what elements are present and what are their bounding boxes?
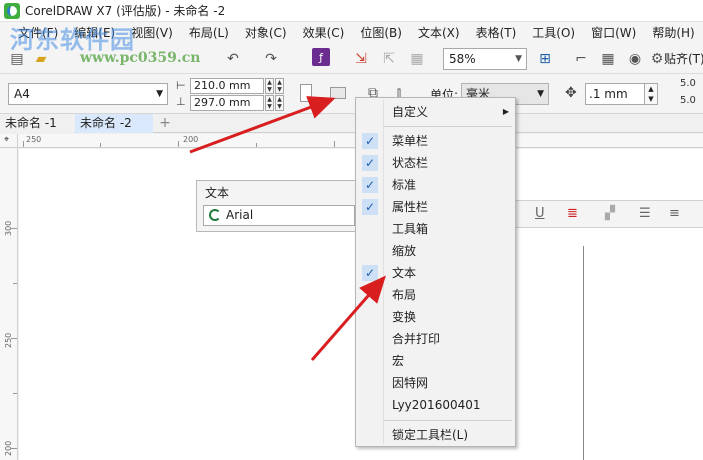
- menu-item-custom-toolbar[interactable]: Lyy201600401: [356, 394, 515, 416]
- tab-untitled-2[interactable]: 未命名 -2: [75, 114, 153, 133]
- menu-bitmaps[interactable]: 位图(B): [352, 22, 410, 44]
- width-icon: ⊢: [176, 79, 186, 92]
- menu-item-merge-print[interactable]: 合并打印: [356, 328, 515, 350]
- text-toolbar-floating[interactable]: 文本 Arial: [196, 180, 358, 232]
- menu-help[interactable]: 帮助(H): [644, 22, 702, 44]
- show-rulers-icon[interactable]: ⌐: [570, 48, 592, 70]
- height-spinner-lock[interactable]: ▲ ▼: [275, 95, 284, 111]
- chevron-down-icon: ▼: [537, 89, 544, 99]
- coreldraw-logo-icon: [4, 2, 20, 19]
- menu-item-layout[interactable]: 布局: [356, 284, 515, 306]
- tab-untitled-1[interactable]: 未命名 -1: [0, 114, 74, 133]
- bullet-list-icon[interactable]: ☰: [639, 206, 651, 221]
- page-size-select[interactable]: A4 ▼: [8, 83, 168, 105]
- menu-item-internet[interactable]: 因特网: [356, 372, 515, 394]
- redo-icon[interactable]: ↷: [260, 48, 282, 70]
- menu-item-menubar[interactable]: ✓ 菜单栏: [356, 130, 515, 152]
- title-bar: CorelDRAW X7 (评估版) - 未命名 -2: [0, 0, 703, 22]
- nudge-icon: ✥: [565, 85, 577, 101]
- ruler-label: 200: [183, 135, 199, 144]
- corel-connect-icon[interactable]: ƒ: [312, 48, 330, 66]
- full-screen-preview-icon[interactable]: ⊞: [534, 48, 556, 70]
- nudge-spinner[interactable]: ▲ ▼: [644, 83, 658, 105]
- ruler-label: 250: [4, 332, 13, 348]
- chevron-down-icon: ▼: [156, 89, 163, 99]
- undo-icon[interactable]: ↶: [222, 48, 244, 70]
- check-icon: ✓: [362, 265, 378, 281]
- width-spinner-lock[interactable]: ▲ ▼: [275, 78, 284, 94]
- check-icon: ✓: [362, 177, 378, 193]
- duplicate-x-field[interactable]: 5.0: [680, 78, 696, 89]
- ruler-origin[interactable]: ⌖: [0, 134, 18, 148]
- menu-object[interactable]: 对象(C): [237, 22, 295, 44]
- menu-text[interactable]: 文本(X): [410, 22, 468, 44]
- page-border: [583, 246, 584, 460]
- menu-window[interactable]: 窗口(W): [583, 22, 644, 44]
- paragraph-format-icon[interactable]: ≡: [669, 206, 680, 221]
- landscape-orientation-icon[interactable]: [330, 87, 346, 99]
- vertical-ruler[interactable]: 300 250 200: [0, 148, 18, 460]
- menu-item-zoom[interactable]: 缩放: [356, 240, 515, 262]
- opentype-font-icon: [209, 209, 221, 221]
- drop-cap-icon[interactable]: ▞: [605, 206, 615, 221]
- check-icon: ✓: [362, 199, 378, 215]
- menu-item-customize[interactable]: 自定义 ▶: [356, 101, 515, 123]
- menu-item-standard[interactable]: ✓ 标准: [356, 174, 515, 196]
- page-height-field[interactable]: 297.0 mm: [190, 95, 264, 111]
- menu-item-macros[interactable]: 宏: [356, 350, 515, 372]
- nudge-distance-field[interactable]: .1 mm: [585, 83, 645, 105]
- width-spinner[interactable]: ▲ ▼: [265, 78, 274, 94]
- zoom-level-select[interactable]: 58% ▼: [443, 48, 527, 70]
- ruler-origin-icon: ⌖: [4, 135, 10, 145]
- view-eye-icon[interactable]: ◉: [624, 48, 646, 70]
- menu-item-transform[interactable]: 变换: [356, 306, 515, 328]
- watermark-url: www.pc0359.cn: [80, 50, 201, 66]
- duplicate-y-field[interactable]: 5.0: [680, 95, 696, 106]
- portrait-orientation-icon[interactable]: [300, 84, 312, 102]
- snap-to-button[interactable]: 贴齐(T): [664, 50, 703, 67]
- chevron-down-icon: ▼: [515, 54, 522, 64]
- font-list-select[interactable]: Arial: [203, 205, 355, 226]
- text-toolbar-title: 文本: [205, 186, 230, 200]
- menu-item-property-bar[interactable]: ✓ 属性栏: [356, 196, 515, 218]
- toolbar-context-menu: 自定义 ▶ ✓ 菜单栏 ✓ 状态栏 ✓ 标准 ✓ 属性栏 工具箱 缩放 ✓ 文本…: [355, 97, 516, 447]
- menu-layout[interactable]: 布局(L): [181, 22, 237, 44]
- export-icon[interactable]: ⇱: [378, 48, 400, 70]
- menu-tools[interactable]: 工具(O): [524, 22, 583, 44]
- menu-table[interactable]: 表格(T): [468, 22, 525, 44]
- menu-item-toolbox[interactable]: 工具箱: [356, 218, 515, 240]
- window-title: CorelDRAW X7 (评估版) - 未命名 -2: [25, 4, 226, 18]
- menu-effects[interactable]: 效果(C): [295, 22, 353, 44]
- underline-icon[interactable]: U: [535, 206, 545, 221]
- add-tab-icon[interactable]: +: [156, 115, 174, 131]
- ruler-label: 250: [26, 135, 42, 144]
- show-grid-icon[interactable]: ▦: [597, 48, 619, 70]
- check-icon: ✓: [362, 133, 378, 149]
- property-bar: A4 ▼ ⊢ 210.0 mm ▲ ▼ ▲ ▼ ⊥ 297.0 mm ▲ ▼ ▲ ▼ ⧉ …: [0, 74, 703, 114]
- menu-item-text[interactable]: ✓ 文本: [356, 262, 515, 284]
- text-toolbar-continuation: / U ≣ ▞ ☰ ≡: [509, 200, 703, 228]
- document-tab-bar: 未命名 -1 未命名 -2 +: [0, 114, 703, 133]
- text-align-icon[interactable]: ≣: [567, 206, 578, 221]
- menu-item-statusbar[interactable]: ✓ 状态栏: [356, 152, 515, 174]
- menu-item-lock-toolbars[interactable]: 锁定工具栏(L): [356, 424, 515, 446]
- page-width-field[interactable]: 210.0 mm: [190, 78, 264, 94]
- import-icon[interactable]: ⇲: [350, 48, 372, 70]
- height-spinner[interactable]: ▲ ▼: [265, 95, 274, 111]
- check-icon: ✓: [362, 155, 378, 171]
- publish-pdf-icon[interactable]: ▦: [406, 48, 428, 70]
- submenu-arrow-icon: ▶: [502, 107, 509, 116]
- height-icon: ⊥: [176, 95, 186, 108]
